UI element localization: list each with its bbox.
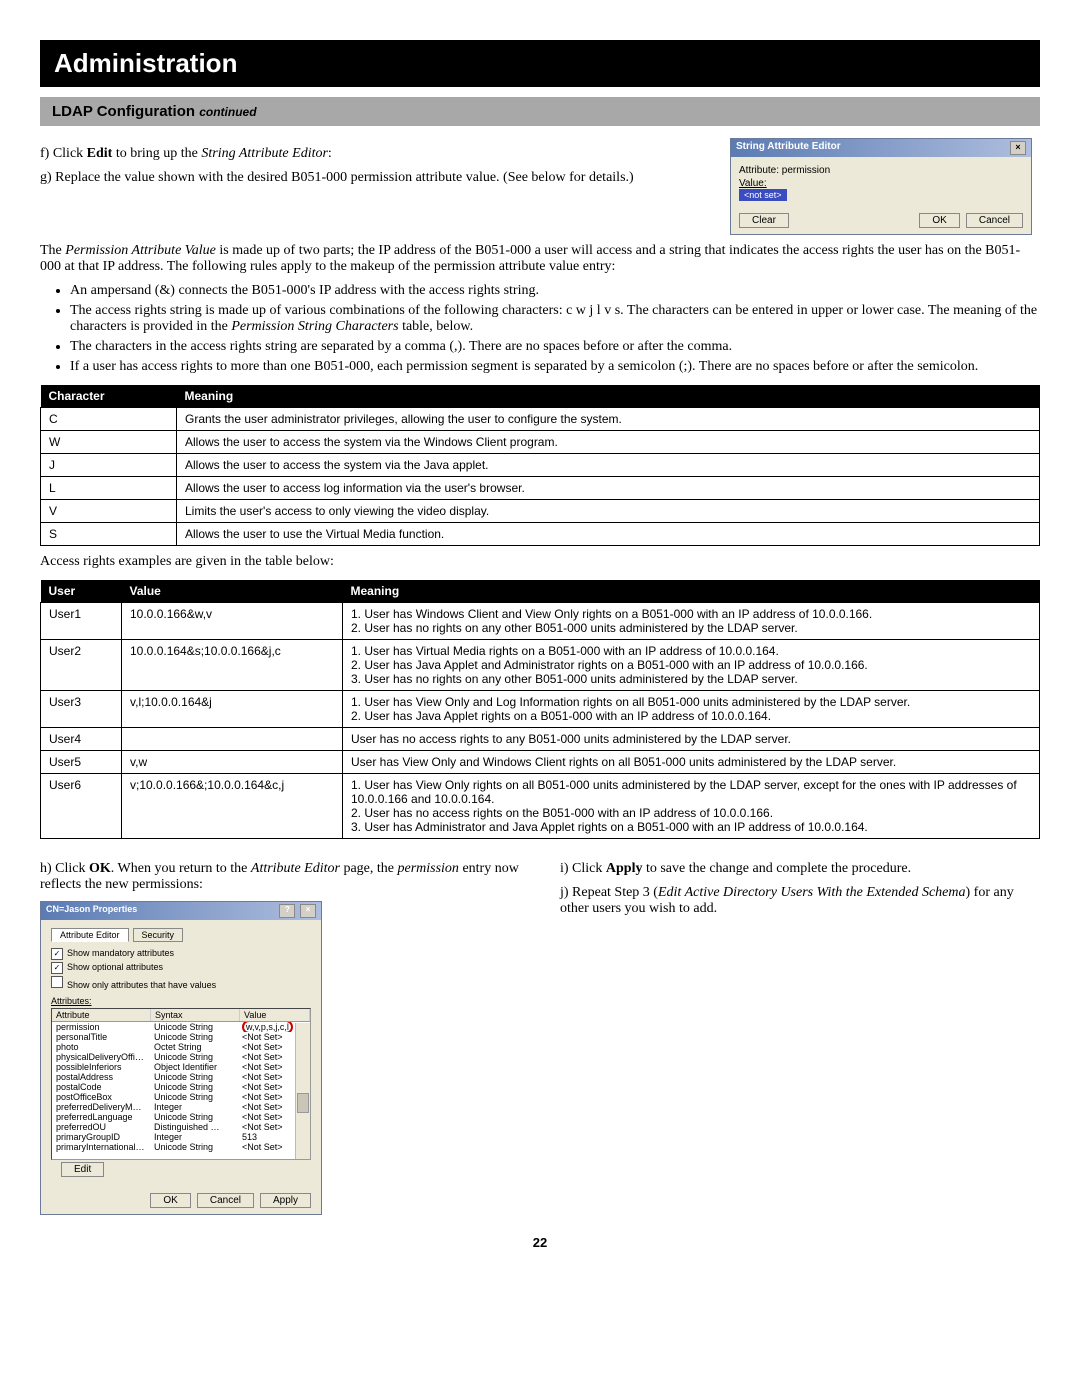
- char-header-meaning: Meaning: [177, 385, 1040, 408]
- cancel-button[interactable]: Cancel: [966, 213, 1023, 228]
- list-item[interactable]: postalAddressUnicode String<Not Set>: [52, 1072, 310, 1082]
- list-item[interactable]: personalTitleUnicode String<Not Set>: [52, 1032, 310, 1042]
- chk-optional[interactable]: ✓Show optional attributes: [51, 962, 311, 974]
- table-row: User5v,wUser has View Only and Windows C…: [41, 751, 1040, 774]
- table-row: WAllows the user to access the system vi…: [41, 431, 1040, 454]
- props-ok-button[interactable]: OK: [150, 1193, 190, 1208]
- sae-value-label: Value:: [739, 178, 1023, 189]
- ex-header-value: Value: [122, 580, 343, 603]
- sae-attribute-label: Attribute: permission: [739, 165, 1023, 176]
- page-title-bar: Administration: [40, 40, 1040, 87]
- list-item[interactable]: primaryGroupIDInteger513: [52, 1132, 310, 1142]
- table-row: User3v,l;10.0.0.164&j1. User has View On…: [41, 691, 1040, 728]
- page-title: Administration: [54, 48, 237, 78]
- props-cancel-button[interactable]: Cancel: [197, 1193, 254, 1208]
- list-item[interactable]: photoOctet String<Not Set>: [52, 1042, 310, 1052]
- table-row: CGrants the user administrator privilege…: [41, 408, 1040, 431]
- ex-header-meaning: Meaning: [343, 580, 1040, 603]
- ok-button[interactable]: OK: [919, 213, 959, 228]
- list-item[interactable]: preferredLanguageUnicode String<Not Set>: [52, 1112, 310, 1122]
- step-h: h) Click OK. When you return to the Attr…: [40, 861, 520, 893]
- table-row: User210.0.0.164&s;10.0.0.166&j,c1. User …: [41, 640, 1040, 691]
- section-header: LDAP Configuration continued: [40, 97, 1040, 126]
- tab-security[interactable]: Security: [133, 928, 184, 942]
- section-continued: continued: [199, 105, 256, 119]
- table-row: JAllows the user to access the system vi…: [41, 454, 1040, 477]
- props-titlebar: CN=Jason Properties ? ×: [41, 902, 321, 920]
- attributes-label: Attributes:: [51, 996, 311, 1006]
- col-attribute: Attribute: [52, 1009, 151, 1021]
- props-title-text: CN=Jason Properties: [46, 904, 137, 918]
- page-number: 22: [40, 1235, 1040, 1250]
- col-value: Value: [240, 1009, 310, 1021]
- bullet-2: The access rights string is made up of v…: [70, 303, 1040, 335]
- step-g: g) Replace the value shown with the desi…: [40, 170, 710, 186]
- tab-row: Attribute Editor Security: [51, 928, 311, 942]
- list-item[interactable]: postalCodeUnicode String<Not Set>: [52, 1082, 310, 1092]
- permission-paragraph: The Permission Attribute Value is made u…: [40, 243, 1040, 275]
- close-icon[interactable]: ×: [300, 904, 316, 918]
- table-row: User6v;10.0.0.166&;10.0.0.164&c,j1. User…: [41, 774, 1040, 839]
- list-item[interactable]: physicalDeliveryOffic…Unicode String<Not…: [52, 1052, 310, 1062]
- step-f: f) Click Edit to bring up the String Att…: [40, 146, 710, 162]
- list-item[interactable]: preferredDeliveryMet…Integer<Not Set>: [52, 1102, 310, 1112]
- section-label: LDAP Configuration: [52, 103, 195, 120]
- permission-characters-table: Character Meaning CGrants the user admin…: [40, 385, 1040, 546]
- properties-dialog: CN=Jason Properties ? × Attribute Editor…: [40, 901, 322, 1215]
- table-row: SAllows the user to use the Virtual Medi…: [41, 523, 1040, 546]
- rules-bullets: An ampersand (&) connects the B051-000's…: [40, 283, 1040, 375]
- string-attribute-editor-dialog: String Attribute Editor × Attribute: per…: [730, 138, 1032, 235]
- bullet-3: The characters in the access rights stri…: [70, 339, 1040, 355]
- help-icon[interactable]: ?: [279, 904, 295, 918]
- close-icon[interactable]: ×: [1010, 141, 1026, 155]
- col-syntax: Syntax: [151, 1009, 240, 1021]
- edit-button[interactable]: Edit: [61, 1162, 104, 1177]
- chk-mandatory[interactable]: ✓Show mandatory attributes: [51, 948, 311, 960]
- sae-titlebar: String Attribute Editor ×: [731, 139, 1031, 157]
- bullet-4: If a user has access rights to more than…: [70, 359, 1040, 375]
- ex-header-user: User: [41, 580, 122, 603]
- list-item[interactable]: postOfficeBoxUnicode String<Not Set>: [52, 1092, 310, 1102]
- table-row: User110.0.0.166&w,v1. User has Windows C…: [41, 603, 1040, 640]
- step-i: i) Click Apply to save the change and co…: [560, 861, 1040, 877]
- char-header-character: Character: [41, 385, 177, 408]
- step-j: j) Repeat Step 3 (Edit Active Directory …: [560, 885, 1040, 917]
- sae-title-text: String Attribute Editor: [736, 141, 841, 155]
- list-item[interactable]: preferredOUDistinguished …<Not Set>: [52, 1122, 310, 1132]
- table-row: User4User has no access rights to any B0…: [41, 728, 1040, 751]
- bullet-1: An ampersand (&) connects the B051-000's…: [70, 283, 1040, 299]
- props-apply-button[interactable]: Apply: [260, 1193, 311, 1208]
- table-row: LAllows the user to access log informati…: [41, 477, 1040, 500]
- access-rights-examples-table: User Value Meaning User110.0.0.166&w,v1.…: [40, 580, 1040, 839]
- table-row: VLimits the user's access to only viewin…: [41, 500, 1040, 523]
- list-item[interactable]: possibleInferiorsObject Identifier<Not S…: [52, 1062, 310, 1072]
- list-item[interactable]: permissionUnicode Stringw,v,p,s,j,c,l: [52, 1022, 310, 1032]
- list-item[interactable]: primaryInternationalIS…Unicode String<No…: [52, 1142, 310, 1152]
- examples-intro: Access rights examples are given in the …: [40, 554, 1040, 570]
- chk-hasvalues[interactable]: Show only attributes that have values: [51, 976, 311, 990]
- clear-button[interactable]: Clear: [739, 213, 789, 228]
- scrollbar[interactable]: [295, 1023, 310, 1159]
- tab-attribute-editor[interactable]: Attribute Editor: [51, 928, 129, 942]
- attribute-list[interactable]: Attribute Syntax Value permissionUnicode…: [51, 1008, 311, 1160]
- sae-value-field[interactable]: <not set>: [739, 189, 787, 201]
